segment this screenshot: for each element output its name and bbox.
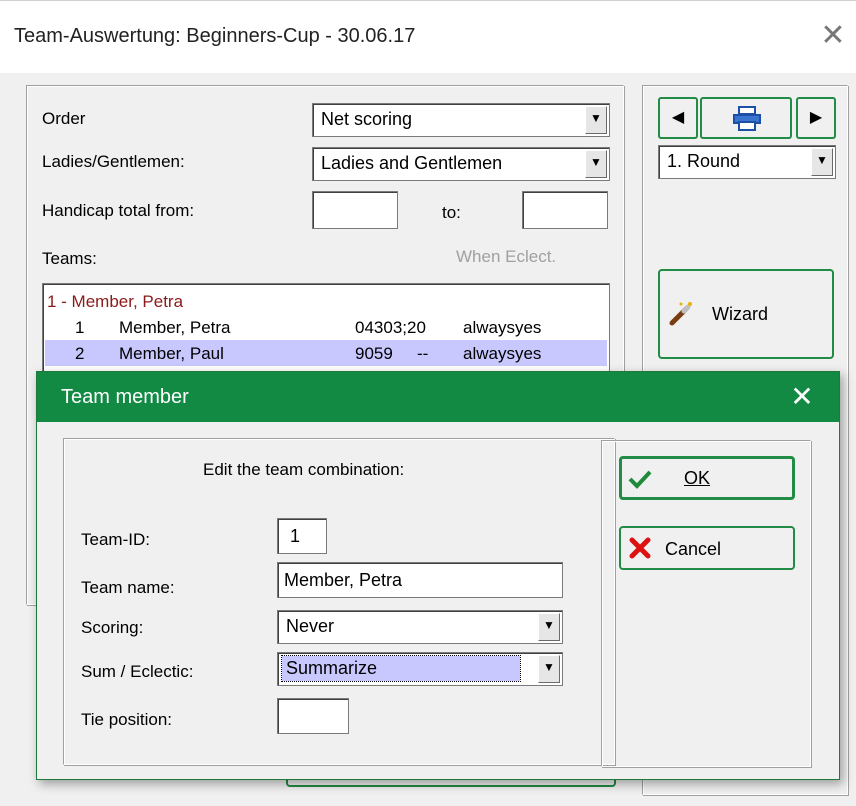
scoring-select-value: Never (286, 616, 335, 636)
row-number: 1 (75, 318, 85, 337)
dialog-heading: Edit the team combination: (203, 460, 405, 479)
row-name: Member, Paul (119, 344, 224, 363)
window-title: Team-Auswertung: Beginners-Cup - 30.06.1… (14, 25, 416, 47)
row-number: 2 (75, 344, 85, 363)
team-id-value: 1 (290, 526, 301, 546)
row-mode: alwaysyes (463, 344, 542, 363)
row-name: Member, Petra (119, 318, 231, 337)
handicap-to-input[interactable] (522, 191, 608, 229)
ok-label: OK (684, 468, 711, 488)
chevron-down-icon[interactable]: ▼ (585, 150, 607, 178)
main-titlebar: Team-Auswertung: Beginners-Cup - 30.06.1… (0, 1, 856, 73)
team-group-header[interactable]: 1 - Member, Petra (45, 288, 607, 314)
team-member-dialog: Team member ✕ Edit the team combination:… (36, 371, 840, 780)
round-select[interactable]: 1. Round ▼ (658, 145, 836, 179)
chevron-down-icon[interactable]: ▼ (538, 613, 560, 641)
dialog-title: Team member (61, 386, 189, 408)
team-id-input[interactable]: 1 (277, 518, 327, 554)
dialog-titlebar: Team member ✕ (37, 372, 839, 422)
cancel-button[interactable]: Cancel (619, 526, 795, 570)
ok-button[interactable]: OK (619, 456, 795, 500)
handicap-to-label: to: (442, 203, 461, 222)
red-x-icon (629, 537, 651, 559)
handicap-label: Handicap total from: (42, 201, 195, 220)
when-eclect-label: When Eclect. (456, 247, 557, 266)
gender-select-value: Ladies and Gentlemen (321, 153, 503, 173)
gender-label: Ladies/Gentlemen: (42, 152, 185, 171)
wizard-label: Wizard (712, 304, 769, 324)
row-id: 9059 (355, 344, 393, 363)
row-mode: alwaysyes (463, 318, 542, 337)
team-name-input[interactable]: Member, Petra (277, 562, 563, 598)
order-select[interactable]: Net scoring ▼ (312, 103, 610, 137)
team-name-label: Team name: (81, 578, 175, 597)
window-close-button[interactable]: ✕ (818, 19, 848, 53)
sum-eclectic-select[interactable]: Summarize ▼ (277, 652, 563, 686)
teams-label: Teams: (42, 249, 97, 268)
tie-position-input[interactable] (277, 698, 349, 734)
magic-wand-icon (669, 302, 692, 326)
teams-list[interactable]: 1 - Member, Petra 1 Member, Petra 04303;… (42, 283, 610, 375)
printer-icon (733, 106, 761, 131)
team-member-row[interactable]: 2 Member, Paul 9059 -- alwaysyes (45, 340, 607, 366)
team-name-value: Member, Petra (284, 570, 403, 590)
checkmark-icon (628, 470, 652, 489)
team-id-label: Team-ID: (81, 530, 150, 549)
row-separator: -- (417, 344, 429, 363)
triangle-left-icon: ◀ (671, 109, 685, 126)
wizard-button[interactable]: Wizard (658, 269, 834, 359)
triangle-right-icon: ▶ (809, 109, 823, 126)
next-round-button[interactable]: ▶ (796, 97, 836, 139)
team-member-row[interactable]: 1 Member, Petra 04303;20 alwaysyes (45, 314, 607, 340)
round-select-value: 1. Round (667, 151, 741, 171)
scoring-select[interactable]: Never ▼ (277, 610, 563, 644)
chevron-down-icon[interactable]: ▼ (811, 148, 833, 176)
scoring-label: Scoring: (81, 618, 144, 637)
row-id: 04303;20 (355, 318, 426, 337)
print-button[interactable] (700, 97, 792, 139)
handicap-from-input[interactable] (312, 191, 398, 229)
cancel-label: Cancel (665, 539, 722, 559)
order-select-value: Net scoring (321, 109, 413, 129)
team-group-header-label: 1 - Member, Petra (47, 292, 184, 311)
chevron-down-icon[interactable]: ▼ (538, 655, 560, 683)
sum-eclectic-label: Sum / Eclectic: (81, 662, 194, 681)
previous-round-button[interactable]: ◀ (658, 97, 698, 139)
tie-position-label: Tie position: (81, 710, 173, 729)
sum-eclectic-select-value: Summarize (281, 655, 521, 682)
dialog-close-button[interactable]: ✕ (785, 380, 819, 414)
chevron-down-icon[interactable]: ▼ (585, 106, 607, 134)
order-label: Order (42, 109, 86, 128)
gender-select[interactable]: Ladies and Gentlemen ▼ (312, 147, 610, 181)
